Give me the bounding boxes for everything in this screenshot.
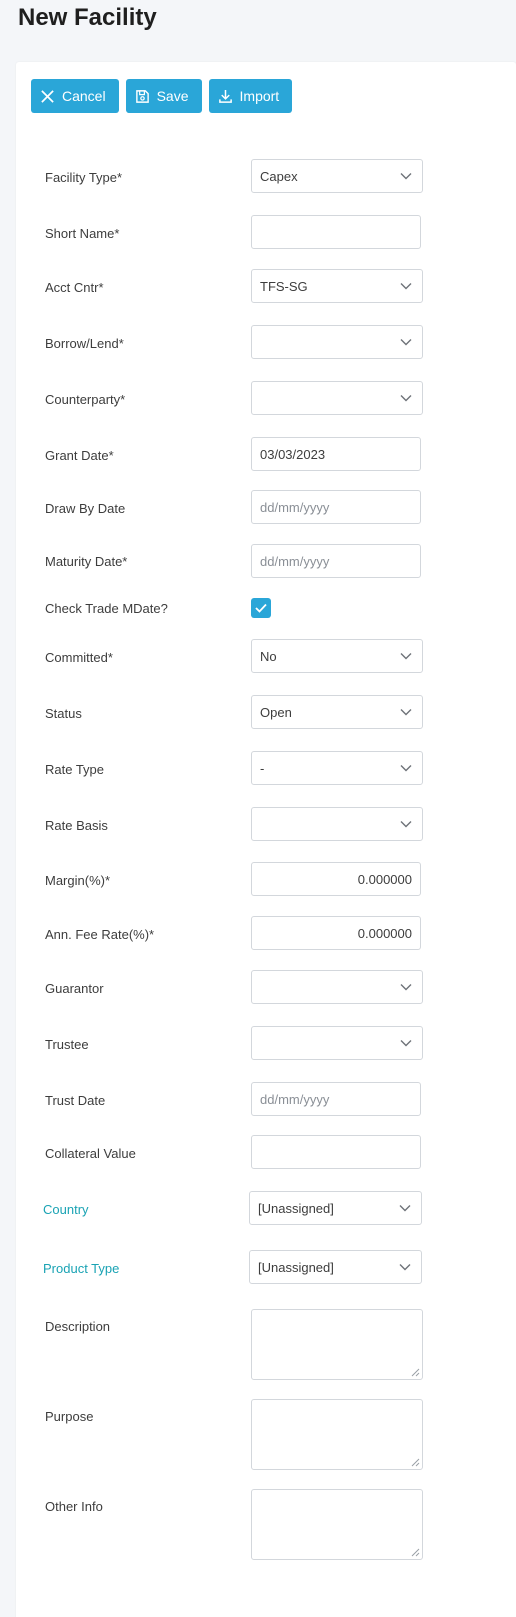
chevron-down-icon	[400, 821, 412, 828]
short-name-label: Short Name*	[45, 226, 120, 241]
guarantor-select[interactable]	[251, 970, 423, 1004]
draw-by-date-label: Draw By Date	[45, 501, 126, 516]
committed-value: No	[260, 648, 277, 664]
margin-value: 0.000000	[357, 871, 412, 887]
trust-date-input[interactable]: dd/mm/yyyy	[251, 1082, 421, 1116]
guarantor-label: Guarantor	[45, 981, 104, 996]
close-icon	[41, 89, 54, 103]
description-textarea[interactable]	[251, 1309, 423, 1380]
chevron-down-icon	[400, 339, 412, 346]
rate-basis-select[interactable]	[251, 807, 423, 841]
chevron-down-icon	[400, 709, 412, 716]
status-label: Status	[45, 706, 82, 721]
draw-by-date-placeholder: dd/mm/yyyy	[260, 499, 330, 515]
committed-label: Committed*	[45, 650, 113, 665]
short-name-input[interactable]	[251, 215, 421, 249]
chevron-down-icon	[400, 283, 412, 290]
cancel-button-label: Cancel	[62, 88, 106, 104]
facility-type-select[interactable]: Capex	[251, 159, 423, 193]
trustee-label: Trustee	[45, 1037, 89, 1052]
grant-date-input[interactable]: 03/03/2023	[251, 437, 421, 471]
toolbar: Cancel Save Import	[31, 79, 293, 113]
maturity-date-label: Maturity Date*	[45, 554, 128, 569]
trustee-select[interactable]	[251, 1026, 423, 1060]
product-type-link[interactable]: Product Type	[43, 1261, 119, 1276]
description-label: Description	[45, 1319, 111, 1334]
other-info-textarea[interactable]	[251, 1489, 423, 1560]
chevron-down-icon	[400, 653, 412, 660]
download-icon	[218, 89, 232, 103]
facility-type-label: Facility Type*	[45, 170, 123, 185]
save-button-label: Save	[156, 88, 189, 104]
margin-input[interactable]: 0.000000	[251, 862, 421, 896]
status-value: Open	[260, 704, 292, 720]
product-type-value: [Unassigned]	[258, 1259, 334, 1275]
borrow-lend-label: Borrow/Lend*	[45, 336, 124, 351]
resize-grip-icon[interactable]	[411, 1368, 420, 1377]
page-title: New Facility	[18, 4, 157, 31]
other-info-label: Other Info	[45, 1499, 103, 1514]
country-select[interactable]: [Unassigned]	[249, 1191, 422, 1225]
chevron-down-icon	[400, 1040, 412, 1047]
borrow-lend-select[interactable]	[251, 325, 423, 359]
country-value: [Unassigned]	[258, 1200, 334, 1216]
committed-select[interactable]: No	[251, 639, 423, 673]
rate-type-value: -	[260, 760, 265, 776]
checkmark-icon	[255, 603, 267, 613]
chevron-down-icon	[400, 984, 412, 991]
collateral-value-label: Collateral Value	[45, 1146, 136, 1161]
import-button-label: Import	[239, 88, 280, 104]
facility-type-value: Capex	[260, 168, 298, 184]
check-trade-mdate-checkbox[interactable]	[251, 598, 271, 618]
check-trade-mdate-label: Check Trade MDate?	[45, 601, 168, 616]
resize-grip-icon[interactable]	[411, 1548, 420, 1557]
floppy-disk-icon	[135, 89, 149, 103]
chevron-down-icon	[400, 765, 412, 772]
grant-date-value: 03/03/2023	[260, 446, 326, 462]
ann-fee-rate-value: 0.000000	[357, 925, 412, 941]
rate-type-label: Rate Type	[45, 762, 105, 777]
chevron-down-icon	[399, 1264, 411, 1271]
ann-fee-rate-label: Ann. Fee Rate(%)*	[45, 927, 155, 942]
import-button[interactable]: Import	[208, 79, 293, 113]
draw-by-date-input[interactable]: dd/mm/yyyy	[251, 490, 421, 524]
product-type-select[interactable]: [Unassigned]	[249, 1250, 422, 1284]
counterparty-label: Counterparty*	[45, 392, 126, 407]
resize-grip-icon[interactable]	[411, 1458, 420, 1467]
form-card: Cancel Save Import Facility Type* Capex …	[16, 62, 516, 1617]
counterparty-select[interactable]	[251, 381, 423, 415]
grant-date-label: Grant Date*	[45, 448, 114, 463]
cancel-button[interactable]: Cancel	[31, 79, 119, 113]
country-link[interactable]: Country	[43, 1202, 89, 1217]
ann-fee-rate-input[interactable]: 0.000000	[251, 916, 421, 950]
save-button[interactable]: Save	[125, 79, 202, 113]
rate-type-select[interactable]: -	[251, 751, 423, 785]
chevron-down-icon	[400, 173, 412, 180]
maturity-date-input[interactable]: dd/mm/yyyy	[251, 544, 421, 578]
trust-date-placeholder: dd/mm/yyyy	[260, 1091, 330, 1107]
purpose-textarea[interactable]	[251, 1399, 423, 1470]
purpose-label: Purpose	[45, 1409, 94, 1424]
maturity-date-placeholder: dd/mm/yyyy	[260, 553, 330, 569]
chevron-down-icon	[399, 1205, 411, 1212]
margin-label: Margin(%)*	[45, 873, 111, 888]
trust-date-label: Trust Date	[45, 1093, 106, 1108]
collateral-value-input[interactable]	[251, 1135, 421, 1169]
rate-basis-label: Rate Basis	[45, 818, 108, 833]
chevron-down-icon	[400, 395, 412, 402]
acct-cntr-label: Acct Cntr*	[45, 280, 104, 295]
acct-cntr-value: TFS-SG	[260, 278, 308, 294]
acct-cntr-select[interactable]: TFS-SG	[251, 269, 423, 303]
status-select[interactable]: Open	[251, 695, 423, 729]
